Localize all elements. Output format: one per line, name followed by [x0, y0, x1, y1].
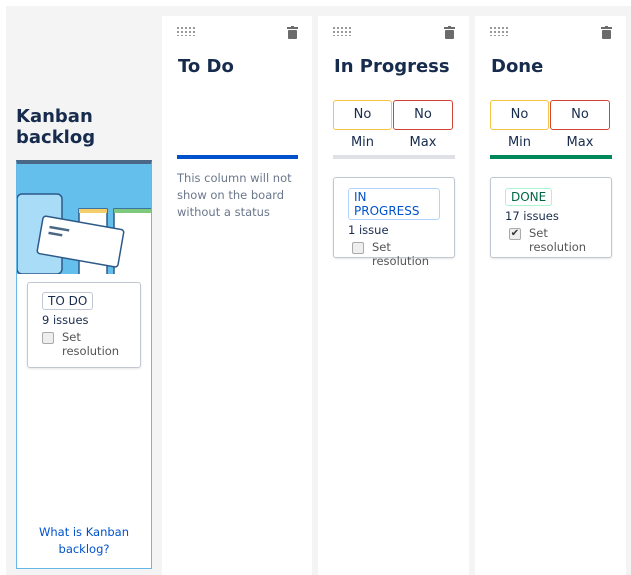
backlog-title: Kanban backlog [16, 106, 96, 148]
set-resolution-label: Set resolution [529, 226, 587, 254]
column-status-bar [177, 155, 298, 159]
issue-count: 9 issues [42, 313, 89, 327]
column-todo: To Do This column will not show on the b… [162, 16, 312, 575]
issue-count: 1 issue [348, 223, 389, 237]
max-limit-button[interactable]: No Max [393, 100, 453, 150]
column-note: This column will not show on the board w… [177, 171, 292, 219]
set-resolution-label: Set resolution [62, 330, 120, 358]
drag-handle-icon[interactable] [176, 26, 195, 36]
status-lozenge: IN PROGRESS [348, 188, 440, 220]
trash-icon[interactable] [287, 26, 298, 39]
set-resolution-checkbox[interactable] [42, 332, 54, 344]
trash-icon[interactable] [601, 26, 612, 39]
issue-count: 17 issues [505, 209, 559, 223]
status-card-todo[interactable]: TO DO 9 issues Set resolution [27, 282, 141, 368]
kanban-illustration [17, 164, 151, 274]
status-lozenge: DONE [505, 188, 553, 206]
column-status-bar [490, 155, 612, 159]
min-limit-button[interactable]: No Min [490, 100, 549, 150]
column-title[interactable]: Done [491, 56, 543, 77]
column-title[interactable]: In Progress [334, 56, 450, 77]
drag-handle-icon[interactable] [332, 26, 351, 36]
drag-handle-icon[interactable] [489, 26, 508, 36]
set-resolution-checkbox[interactable] [352, 242, 364, 254]
column-status-bar [333, 155, 455, 159]
status-card-done[interactable]: DONE 17 issues ✔ Set resolution [490, 177, 612, 258]
what-is-kanban-backlog-link[interactable]: What is Kanban backlog? [17, 524, 151, 558]
min-limit-button[interactable]: No Min [333, 100, 392, 150]
set-resolution-label: Set resolution [372, 240, 430, 268]
status-lozenge: TO DO [42, 292, 94, 310]
column-title[interactable]: To Do [178, 56, 234, 77]
set-resolution-checkbox-checked[interactable]: ✔ [509, 228, 521, 240]
backlog-column: TO DO 9 issues Set resolution What is Ka… [16, 160, 152, 569]
status-card-in-progress[interactable]: IN PROGRESS 1 issue Set resolution [333, 177, 455, 268]
trash-icon[interactable] [444, 26, 455, 39]
column-in-progress: In Progress No Min No Max IN PROGRESS 1 … [318, 16, 469, 575]
column-done: Done No Min No Max DONE 17 issues ✔ Set r… [475, 16, 626, 575]
max-limit-button[interactable]: No Max [550, 100, 610, 150]
